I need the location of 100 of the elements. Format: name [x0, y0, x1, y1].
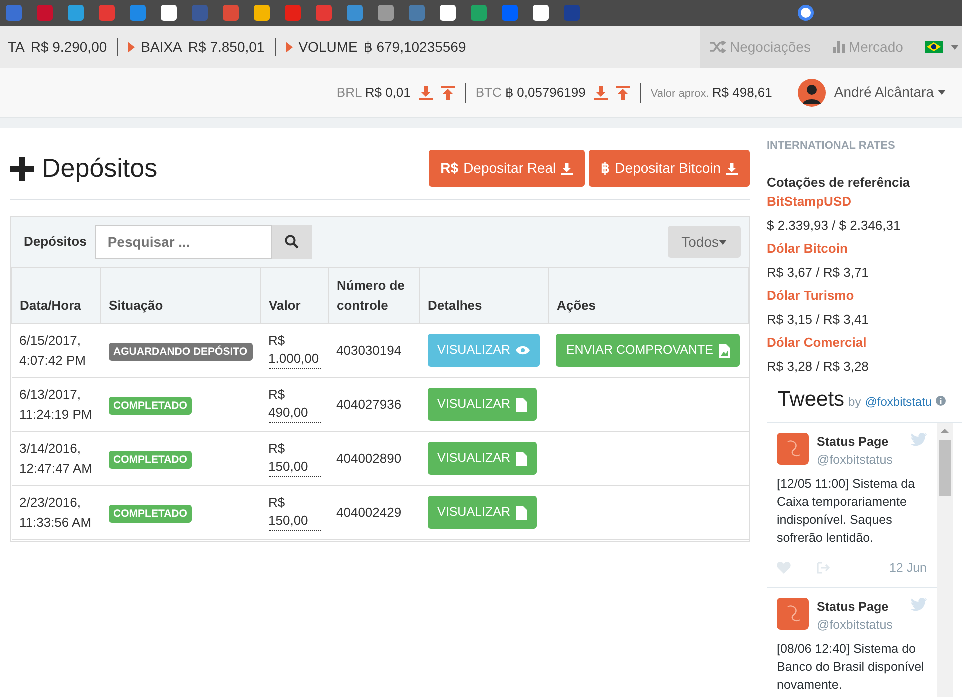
caret-icon: [938, 90, 946, 95]
plus-icon: [10, 156, 34, 180]
rate-value: R$ 3,67 / R$ 3,71: [767, 264, 870, 282]
view-button[interactable]: VISUALIZAR: [428, 442, 538, 475]
download-icon[interactable]: [418, 86, 433, 100]
column-header: Valor: [260, 268, 329, 324]
bookmark-icon[interactable]: [68, 5, 84, 21]
tweet-date: 12 Jun: [889, 560, 927, 576]
status-label: AGUARDANDO DEPÓSITO: [108, 342, 253, 361]
upload-icon[interactable]: [616, 86, 630, 100]
eye-icon: [516, 346, 530, 355]
approx-value: Valor aprox. R$ 498,61: [650, 84, 772, 102]
filter-dropdown[interactable]: Todos: [668, 226, 741, 258]
status-label: COMPLETADO: [108, 450, 192, 469]
deposit-button[interactable]: R$ Depositar Real: [428, 150, 586, 187]
bird-icon: [911, 598, 927, 610]
share-icon: [817, 562, 831, 574]
send-receipt-button[interactable]: ENVIAR COMPROVANTE: [556, 334, 740, 367]
rates-subheading: Cotações de referência: [767, 174, 912, 192]
status-label: COMPLETADO: [108, 504, 192, 523]
ticker-value: ฿ 679,10235569: [364, 38, 466, 56]
twitter-handle-link[interactable]: @foxbitstatu: [865, 393, 932, 411]
info-icon: [936, 396, 946, 406]
tweets-title: Tweets: [778, 387, 845, 413]
status-label: COMPLETADO: [108, 396, 192, 415]
panel-label: Depósitos: [24, 233, 87, 252]
column-header: Ações: [548, 268, 748, 324]
amount-text: R$ 150,00: [268, 494, 321, 531]
tweet-handle: @foxbitstatus: [817, 616, 893, 634]
bar-chart-icon: [832, 41, 845, 53]
file-icon: [516, 398, 528, 412]
scrollbar[interactable]: [937, 422, 953, 697]
amount-text: R$ 490,00: [268, 386, 321, 423]
deposit-button[interactable]: ฿ Depositar Bitcoin: [589, 150, 750, 187]
nav-link[interactable]: Negociações: [710, 36, 811, 58]
triangle-icon: [286, 42, 293, 52]
table-cell: 404002890: [328, 432, 420, 486]
balance-text: BTC ฿ 0,05796199: [476, 84, 586, 102]
ticker-label: BAIXA: [141, 38, 182, 56]
ticker-label: VOLUME: [298, 38, 358, 56]
table-cell: 404002429: [328, 486, 420, 540]
bookmark-icon[interactable]: [440, 5, 456, 21]
brazil-flag-icon: [925, 41, 944, 53]
search-button[interactable]: [272, 225, 312, 259]
column-header: Situação: [100, 268, 261, 324]
balance-text: BRL R$ 0,01: [336, 84, 411, 102]
ticker-value: R$ 9.290,00: [30, 38, 108, 56]
nav-link[interactable]: Mercado: [832, 36, 904, 58]
section-heading: INTERNATIONAL RATES: [767, 139, 896, 154]
bookmark-icon[interactable]: [533, 5, 549, 21]
rate-name: BitStampUSD: [767, 193, 853, 211]
table-cell: 3/14/2016, 12:47:47 AM: [12, 432, 101, 486]
avatar-icon: [777, 432, 809, 464]
column-header: Detalhes: [420, 268, 548, 324]
column-header: Data/Hora: [12, 268, 101, 324]
shuffle-icon: [710, 41, 726, 53]
ticker-value: R$ 7.850,01: [188, 38, 265, 56]
tweet-handle: @foxbitstatus: [817, 452, 893, 468]
rate-value: R$ 3,15 / R$ 3,41: [767, 310, 870, 328]
search-field[interactable]: Pesquisar ...: [94, 225, 272, 259]
triangle-icon: [128, 42, 136, 52]
heart-icon: [777, 562, 791, 574]
rate-name: Dólar Turismo: [767, 287, 856, 305]
bookmark-icon[interactable]: [161, 5, 177, 21]
language-dropdown[interactable]: [925, 41, 960, 53]
table-cell: 6/13/2017, 11:24:19 PM: [12, 378, 101, 432]
view-button[interactable]: VISUALIZAR: [428, 334, 540, 367]
view-button[interactable]: VISUALIZAR: [428, 388, 538, 421]
user-menu[interactable]: André Alcântara: [834, 82, 946, 103]
tweet-author: Status Page: [817, 598, 890, 616]
search-icon: [284, 235, 299, 249]
file-image-icon: [719, 344, 730, 358]
amount-text: R$ 1.000,00: [268, 332, 321, 369]
caret-icon: [951, 44, 960, 50]
caret-icon: [719, 240, 727, 244]
bookmark-icon[interactable]: [378, 5, 394, 21]
table-cell: 6/15/2017, 4:07:42 PM: [12, 324, 101, 378]
table-cell: 2/23/2016, 11:33:56 AM: [12, 486, 101, 540]
avatar-icon: [777, 598, 809, 630]
bookmark-icon[interactable]: [254, 5, 270, 21]
tweet-text: [08/06 12:40] Sistema do Banco do Brasil disponível novamente.: [777, 640, 926, 694]
table-cell: 404027936: [328, 378, 420, 432]
scroll-up-icon: [941, 428, 949, 432]
ticker-label: TA: [8, 38, 25, 56]
rate-name: Dólar Comercial: [767, 334, 868, 352]
download-icon[interactable]: [594, 86, 608, 100]
file-icon: [516, 452, 528, 466]
upload-icon[interactable]: [440, 86, 455, 100]
rate-name: Dólar Bitcoin: [767, 240, 849, 258]
scrollbar-thumb[interactable]: [939, 440, 951, 496]
page-title: Depósitos: [42, 152, 158, 185]
tweets-by: by: [848, 394, 862, 411]
table-cell: 403030194: [328, 324, 420, 378]
avatar-icon: [798, 78, 826, 106]
column-header: Número de controle: [328, 268, 420, 324]
view-button[interactable]: VISUALIZAR: [428, 496, 538, 529]
download-icon: [561, 162, 574, 174]
file-icon: [516, 506, 528, 520]
bird-icon: [911, 432, 927, 446]
download-icon: [726, 162, 738, 174]
